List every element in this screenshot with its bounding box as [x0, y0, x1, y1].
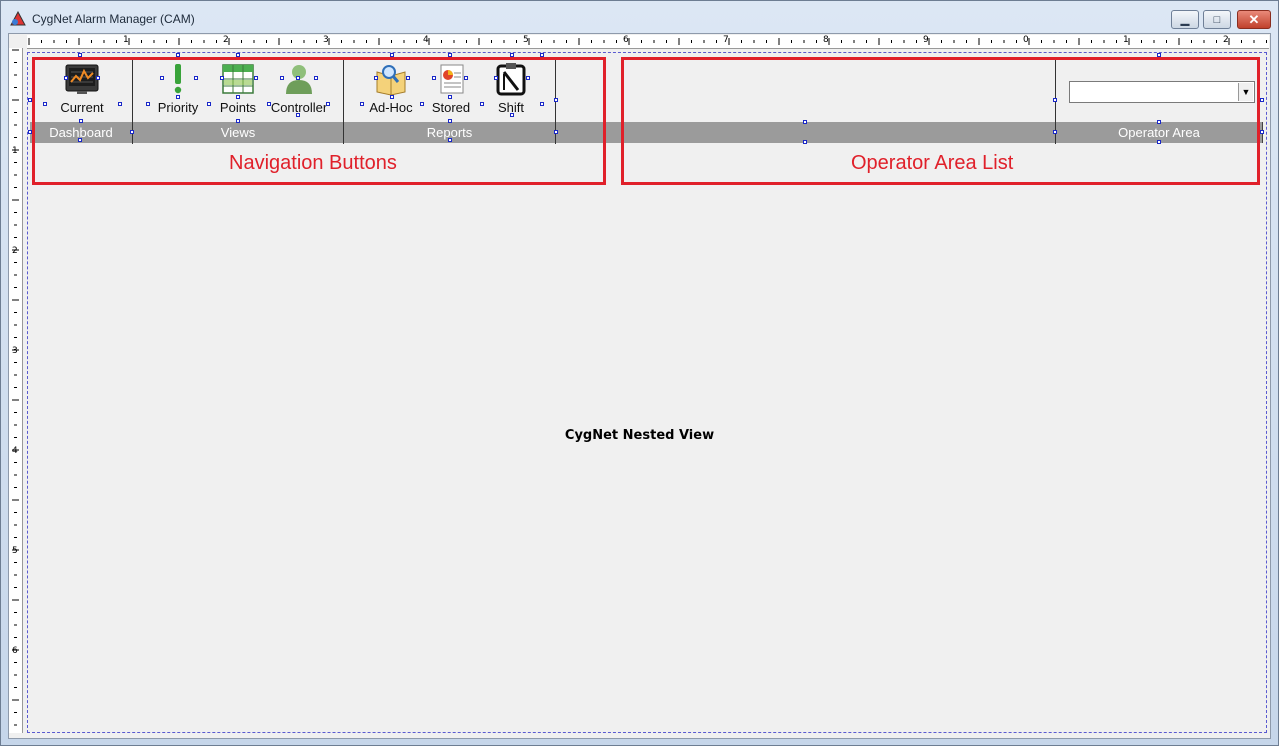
ruler-number: 2	[12, 246, 18, 256]
window-title: CygNet Alarm Manager (CAM)	[32, 12, 195, 26]
ruler-number: 3	[323, 35, 329, 45]
title-bar[interactable]: CygNet Alarm Manager (CAM) ▁ □ ✕	[1, 1, 1278, 35]
ruler-number: 4	[423, 35, 429, 45]
ruler-number: 7	[723, 35, 729, 45]
selection-handle[interactable]	[1260, 98, 1264, 102]
maximize-icon: □	[1213, 13, 1221, 26]
horizontal-ruler: 1 2 3 4 5 6 7 8 9 0 1 2	[27, 35, 1269, 49]
minimize-icon: ▁	[1180, 14, 1190, 26]
maximize-button[interactable]: □	[1203, 10, 1231, 29]
ruler-number: 8	[823, 35, 829, 45]
minimize-button[interactable]: ▁	[1171, 10, 1199, 29]
cygnet-app-icon	[10, 11, 26, 26]
close-button[interactable]: ✕	[1237, 10, 1271, 29]
ruler-number: 0	[1023, 35, 1029, 45]
ruler-number: 2	[1223, 35, 1229, 45]
nested-view-label: CygNet Nested View	[564, 428, 715, 443]
ruler-number: 6	[623, 35, 629, 45]
ruler-number: 2	[223, 35, 229, 45]
ruler-number: 1	[1123, 35, 1129, 45]
ruler-number: 9	[923, 35, 929, 45]
annotation-label-operator-list: Operator Area List	[851, 152, 1014, 174]
vertical-ruler: 1 2 3 4 5 6	[9, 48, 23, 733]
ruler-ticks	[28, 38, 1267, 45]
ruler-number: 5	[12, 546, 18, 556]
ruler-number: 3	[12, 346, 18, 356]
ruler-number: 4	[12, 446, 18, 456]
ruler-number: 1	[12, 146, 18, 156]
selection-handle[interactable]	[1260, 130, 1264, 134]
ruler-number: 6	[12, 646, 18, 656]
close-icon: ✕	[1248, 11, 1260, 27]
annotation-label-navigation: Navigation Buttons	[229, 152, 397, 174]
ruler-number: 1	[123, 35, 129, 45]
ruler-number: 5	[523, 35, 529, 45]
